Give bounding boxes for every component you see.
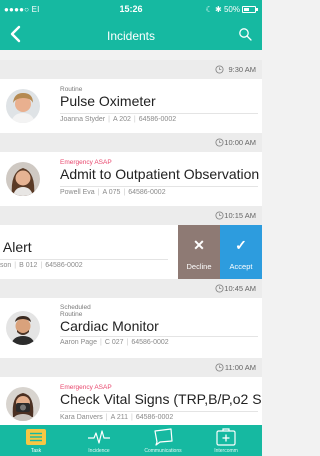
incident-category: Routine [60, 311, 83, 318]
close-icon: ✕ [193, 237, 205, 253]
patient-name: Powell Eva [60, 189, 95, 196]
battery-icon [242, 6, 258, 13]
incident-card[interactable]: Emergency ASAP Admit to Outpatient Obser… [0, 152, 262, 206]
avatar [6, 387, 40, 421]
clock-icon [215, 211, 224, 220]
search-icon [239, 28, 252, 41]
avatar [6, 311, 40, 345]
incident-title: Cardiac Monitor [60, 318, 159, 334]
incident-title: Admit to Outpatient Observation [60, 166, 260, 182]
list-icon [26, 429, 46, 445]
divider [60, 411, 258, 412]
incident-title: Pulse Oximeter [60, 93, 156, 109]
incident-card[interactable]: Scheduled Routine Cardiac Monitor Aaron … [0, 298, 262, 358]
status-bar: ●●●●○ EI 15:26 ☾ ✱ 50% [0, 0, 262, 18]
incident-title: Check Vital Signs (TRP,B/P,o2 Sat) [60, 391, 262, 407]
patient-name: Kara Danvers [60, 414, 103, 421]
tab-intercomm[interactable]: Intercomm [200, 425, 252, 456]
incident-id: 64586-0002 [135, 414, 174, 421]
incident-id: 64586-0002 [131, 339, 169, 346]
incident-meta: Powell Eva | A 075 | 64586-0002 [60, 189, 166, 196]
check-icon: ✓ [235, 237, 247, 253]
tab-bar: Task Incidence Communications Intercomm [0, 425, 262, 456]
time-label: 10:00 AM [224, 138, 256, 147]
time-label: 10:45 AM [224, 284, 256, 293]
avatar [6, 89, 40, 123]
clock-icon [215, 284, 224, 293]
battery-fill [244, 8, 249, 11]
incident-category: Emergency ASAP [60, 384, 112, 391]
time-label: 9:30 AM [228, 65, 256, 74]
tab-communications[interactable]: Communications [137, 425, 189, 456]
search-button[interactable] [238, 27, 252, 41]
patient-name: son [0, 262, 12, 269]
time-header: 9:30 AM [0, 60, 262, 79]
tab-task[interactable]: Task [10, 425, 62, 456]
pulse-icon [88, 430, 110, 444]
clock-icon [215, 138, 224, 147]
incident-meta: son | B 012 | 64586-0002 [0, 262, 83, 269]
incident-category-top: Scheduled [60, 304, 91, 311]
clock-icon [215, 65, 224, 74]
avatar [6, 162, 40, 196]
divider [60, 113, 258, 114]
page-title: Incidents [106, 29, 156, 43]
divider [60, 186, 258, 187]
accept-button[interactable]: ✓ Accept [220, 225, 262, 279]
time-label: 11:00 AM [224, 363, 256, 372]
incident-card-swiped[interactable]: p Alert son|B 012|64586-0002 ✕ Decline ✓… [0, 225, 262, 279]
tab-label: Communications [144, 448, 182, 454]
incident-category: Emergency ASAP [60, 159, 112, 166]
decline-label: Decline [186, 262, 212, 271]
status-indicators: ☾ ✱ 50% [205, 5, 240, 14]
patient-name: Aaron Page [60, 339, 97, 346]
accept-label: Accept [229, 262, 253, 271]
time-header: 11:00 AM [0, 358, 262, 377]
tab-label: Task [30, 448, 42, 454]
medical-icon [216, 428, 236, 446]
room-number: A 211 [110, 414, 129, 421]
incident-id: 64586-0002 [138, 116, 177, 123]
clock-icon [215, 363, 224, 372]
chat-icon [154, 428, 173, 446]
tab-label: Intercomm [214, 448, 238, 454]
incident-meta: Joanna Styder | A 202 | 64586-0002 [60, 116, 177, 123]
decline-button[interactable]: ✕ Decline [178, 225, 220, 279]
room-number: C 027 [104, 339, 124, 346]
incident-title: p Alert [0, 239, 32, 255]
divider [60, 336, 258, 337]
incident-meta: Aaron Page | C 027 | 64586-0002 [60, 339, 169, 346]
room-number: B 012 [19, 262, 38, 269]
room-number: A 075 [102, 189, 121, 196]
patient-name: Joanna Styder [60, 116, 106, 123]
time-label: 10:15 AM [224, 211, 256, 220]
time-header: 10:15 AM [0, 206, 262, 225]
incident-id: 64586-0002 [128, 189, 166, 196]
incident-card[interactable]: Routine Pulse Oximeter Joanna Styder | A 2… [0, 79, 262, 133]
divider [0, 259, 168, 260]
tab-incidence[interactable]: Incidence [73, 425, 125, 456]
incident-category: Routine [60, 86, 83, 93]
incident-card[interactable]: Emergency ASAP Check Vital Signs (TRP,B/… [0, 377, 262, 425]
time-header: 10:00 AM [0, 133, 262, 152]
incident-id: 64586-0002 [45, 262, 83, 269]
room-number: A 202 [112, 116, 131, 123]
tab-label: Incidence [88, 448, 110, 454]
time-header: 10:45 AM [0, 279, 262, 298]
header-bar: ●●●●○ EI 15:26 ☾ ✱ 50% Incidents [0, 0, 262, 50]
incident-meta: Kara Danvers | A 211 | 64586-0002 [60, 414, 174, 421]
incident-list[interactable]: 9:30 AM Routine Pulse Oximeter Joanna St… [0, 50, 262, 425]
